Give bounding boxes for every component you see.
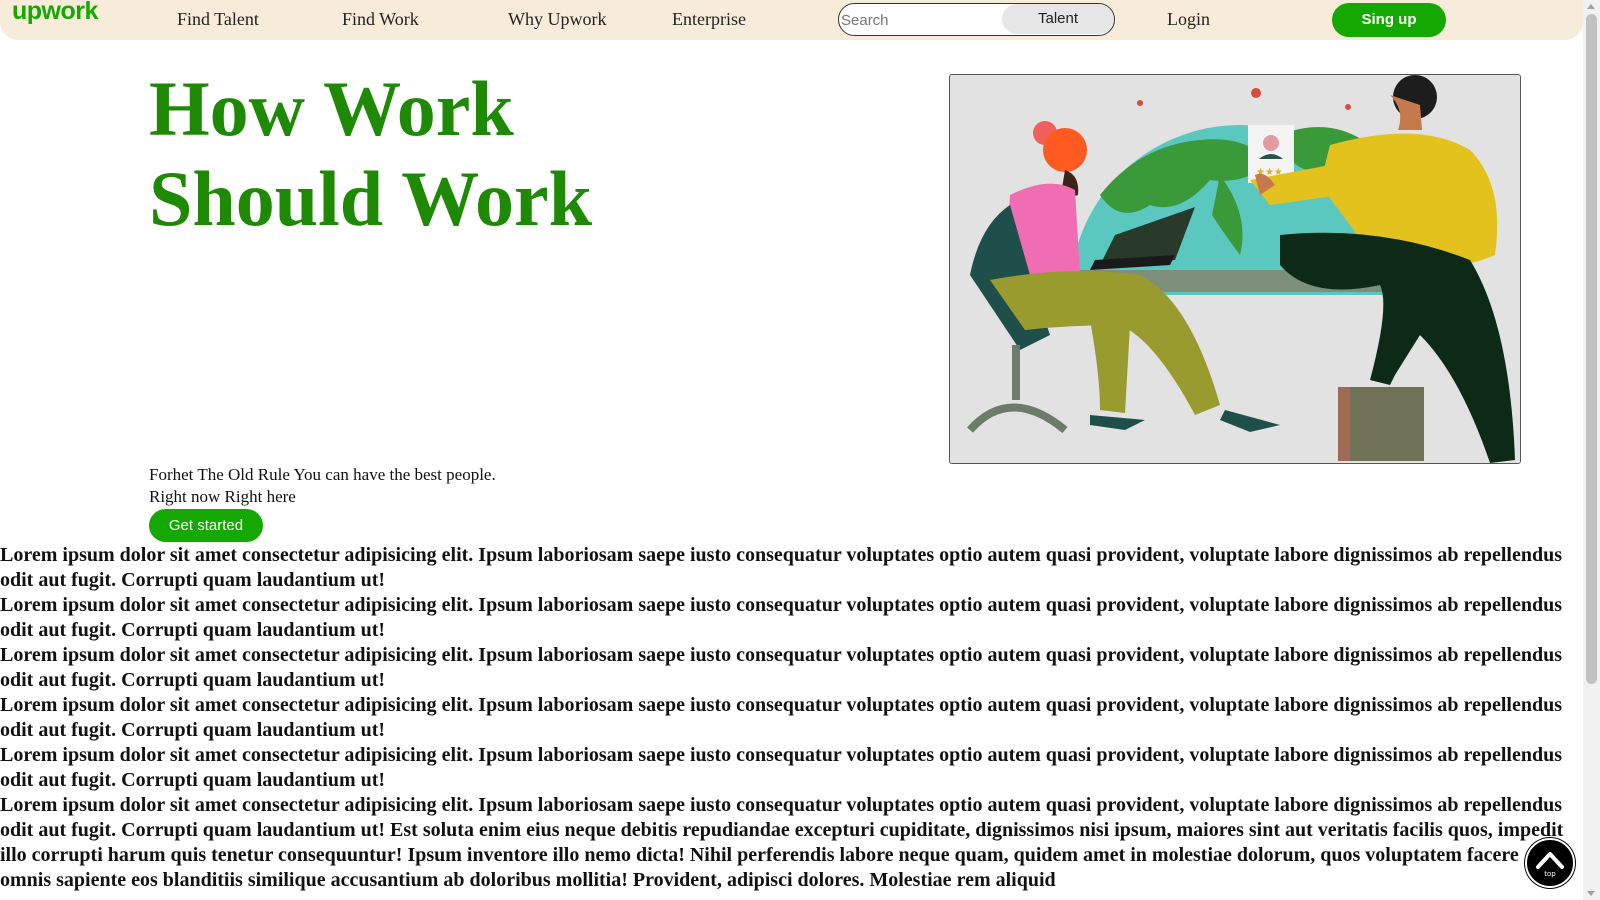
top-navbar: upwork Find Talent Find Work Why Upwork … [0, 0, 1583, 40]
nav-link-enterprise[interactable]: Enterprise [672, 9, 746, 30]
content-section: Lorem ipsum dolor sit amet consectetur a… [0, 543, 1570, 893]
nav-link-find-talent[interactable]: Find Talent [177, 9, 259, 30]
search-bar: Talent [838, 3, 1115, 36]
get-started-button[interactable]: Get started [149, 509, 263, 542]
search-scope-talent[interactable]: Talent [1002, 4, 1114, 34]
vertical-scrollbar[interactable] [1583, 0, 1600, 900]
search-input[interactable] [839, 4, 1013, 35]
content-paragraph: Lorem ipsum dolor sit amet consectetur a… [0, 794, 1564, 891]
hero-title: How Work Should Work [149, 64, 592, 244]
upwork-logo[interactable]: upwork [12, 0, 98, 26]
hero-title-line-2: Should Work [149, 155, 592, 242]
chevron-up-icon: top [1536, 852, 1564, 878]
content-paragraph: Lorem ipsum dolor sit amet consectetur a… [0, 644, 1562, 691]
hero-title-line-1: How Work [149, 65, 514, 152]
hero-subtitle-line-1: Forhet The Old Rule You can have the bes… [149, 465, 496, 484]
hero-subtitle-line-2: Right now Right here [149, 487, 296, 506]
scroll-down-arrow-icon[interactable] [1587, 891, 1595, 896]
hero-illustration: ★★★ [949, 74, 1521, 464]
content-paragraph: Lorem ipsum dolor sit amet consectetur a… [0, 594, 1562, 641]
login-link[interactable]: Login [1167, 9, 1210, 30]
nav-link-why-upwork[interactable]: Why Upwork [508, 9, 606, 30]
hero-subtitle: Forhet The Old Rule You can have the bes… [149, 464, 496, 508]
content-paragraph: Lorem ipsum dolor sit amet consectetur a… [0, 744, 1562, 791]
scroll-up-arrow-icon[interactable] [1587, 4, 1595, 9]
signup-button[interactable]: Sing up [1332, 3, 1446, 37]
content-paragraph: Lorem ipsum dolor sit amet consectetur a… [0, 544, 1562, 591]
back-to-top-button[interactable]: top [1525, 838, 1575, 888]
nav-link-find-work[interactable]: Find Work [342, 9, 419, 30]
content-paragraph: Lorem ipsum dolor sit amet consectetur a… [0, 694, 1562, 741]
scrollbar-thumb[interactable] [1586, 14, 1597, 684]
back-to-top-label: top [1544, 870, 1556, 878]
